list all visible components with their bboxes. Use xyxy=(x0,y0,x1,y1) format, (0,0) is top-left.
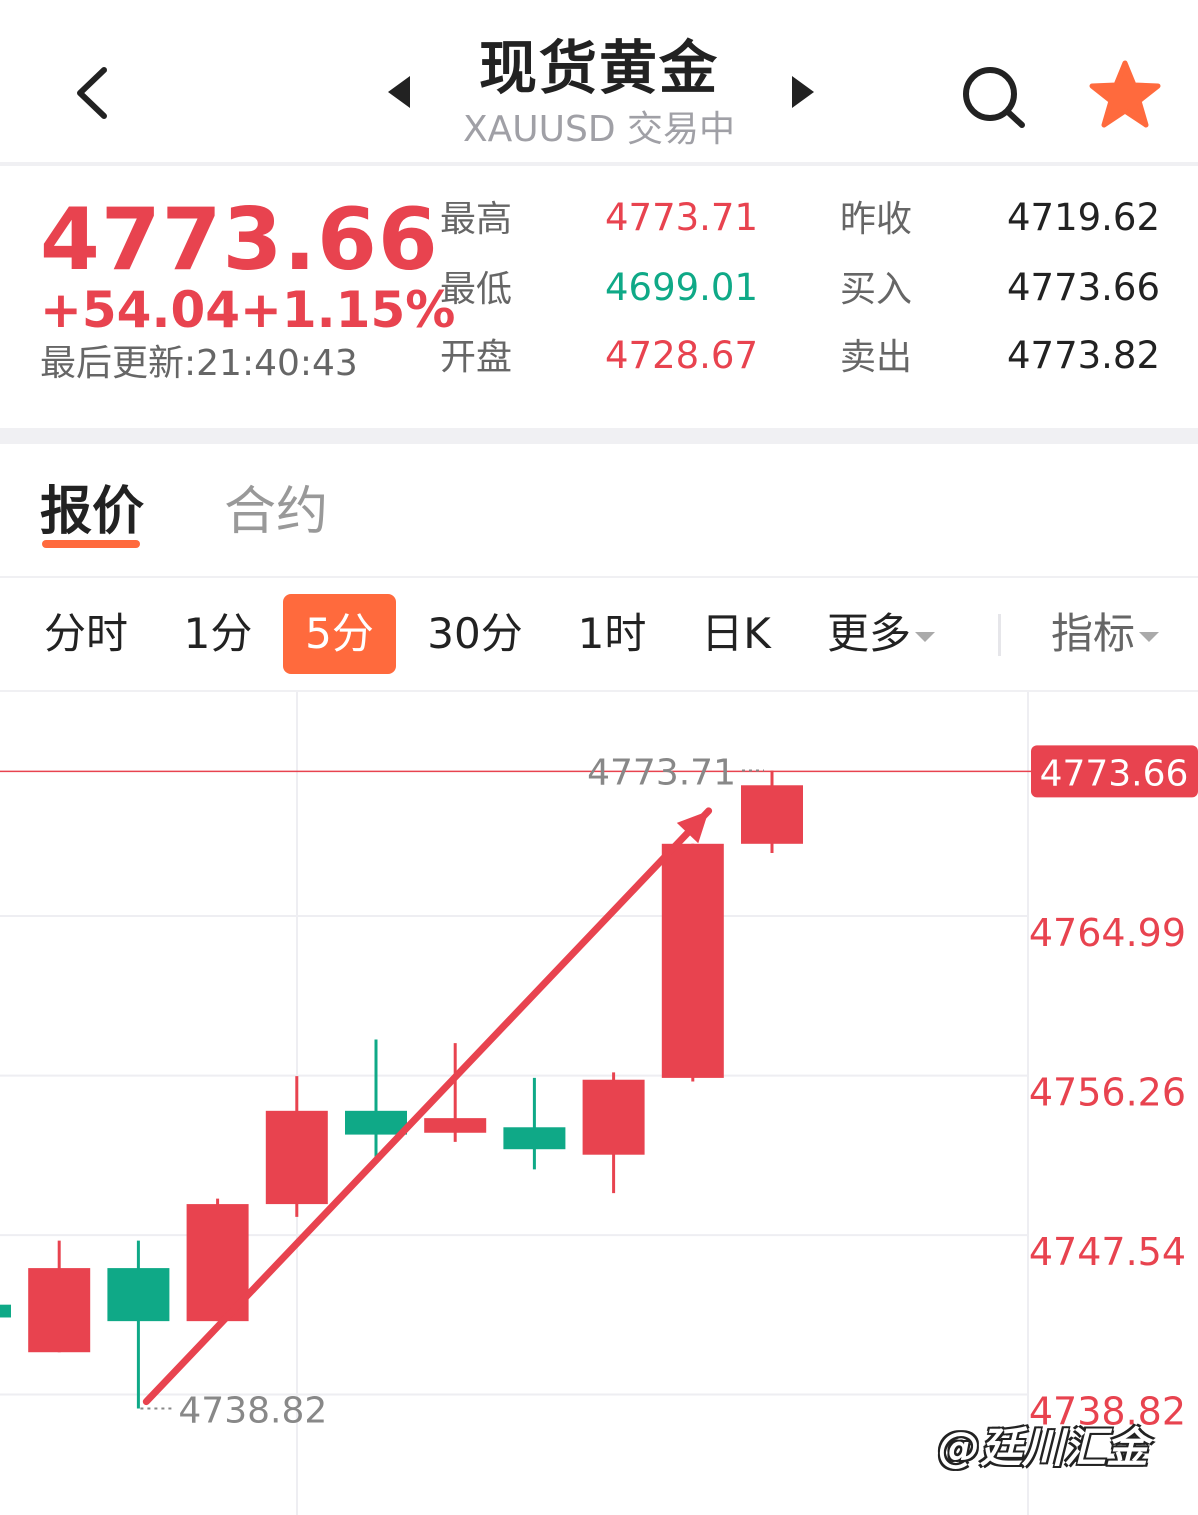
candle-body xyxy=(424,1118,487,1133)
stat-label-high: 最高 xyxy=(440,199,513,240)
candle-body xyxy=(345,1110,407,1135)
candle xyxy=(28,1240,91,1353)
period-1min[interactable]: 1分 xyxy=(168,594,268,674)
price-change-percent: +1.15% xyxy=(240,281,456,339)
stat-value-bid: 4773.66 xyxy=(1006,266,1160,309)
caret-down-icon xyxy=(915,631,935,642)
period-5min[interactable]: 5分 xyxy=(283,594,396,674)
stat-value-open: 4728.67 xyxy=(604,334,758,377)
stat-label-bid: 买入 xyxy=(840,269,913,310)
star-icon[interactable] xyxy=(1088,58,1162,132)
min-price-label: 4738.82 xyxy=(178,1391,327,1432)
candle xyxy=(741,770,803,853)
stat-value-ask: 4773.82 xyxy=(1006,334,1160,377)
current-price: 4773.66 xyxy=(40,190,439,290)
period-30min[interactable]: 30分 xyxy=(414,594,536,674)
caret-down-icon xyxy=(1139,631,1159,642)
stat-label-ask: 卖出 xyxy=(840,337,913,378)
stat-value-high: 4773.71 xyxy=(604,196,758,239)
current-price-tag: 4773.66 xyxy=(1040,753,1189,794)
period-daily[interactable]: 日K xyxy=(684,594,788,674)
chevron-left-icon[interactable] xyxy=(60,58,130,128)
header-divider xyxy=(0,162,1198,166)
page-title: 现货黄金 xyxy=(478,34,719,102)
price-change: +54.04 xyxy=(40,281,241,339)
indicator-dropdown[interactable]: 指标 xyxy=(1030,594,1180,674)
tab-contract[interactable]: 合约 xyxy=(224,478,328,546)
candle-body xyxy=(107,1268,170,1322)
candle xyxy=(661,843,724,1082)
candle xyxy=(503,1077,566,1170)
candle-body xyxy=(0,1304,11,1318)
tabs-divider xyxy=(0,576,1198,578)
candlestick-chart[interactable]: 4764.99 4756.26 4747.54 4738.82 4773.66 4773… xyxy=(0,692,1198,1515)
stat-label-low: 最低 xyxy=(440,269,513,310)
tab-active-indicator xyxy=(42,540,140,548)
candle-body xyxy=(661,843,724,1078)
stat-label-open: 开盘 xyxy=(440,337,513,378)
stat-label-prev-close: 昨收 xyxy=(840,199,913,240)
candle-body xyxy=(503,1127,566,1150)
period-intraday[interactable]: 分时 xyxy=(30,594,142,674)
period-more-label: 更多 xyxy=(826,609,911,658)
candle-body xyxy=(582,1079,645,1155)
watermark-text: @廷川汇金 xyxy=(938,1423,1149,1472)
chart-candles xyxy=(0,770,803,1409)
candle xyxy=(0,1304,11,1318)
candle xyxy=(265,1076,328,1217)
stat-value-low: 4699.01 xyxy=(604,266,758,309)
indicator-label: 指标 xyxy=(1050,609,1135,658)
max-price-label: 4773.71 xyxy=(587,752,736,793)
search-icon[interactable] xyxy=(958,62,1028,132)
y-axis-label: 4747.54 xyxy=(1029,1230,1186,1274)
toolbar-separator xyxy=(998,614,1001,656)
period-1hour[interactable]: 1时 xyxy=(560,594,664,674)
symbol-status: XAUUSD 交易中 xyxy=(462,109,735,150)
header: 现货黄金 XAUUSD 交易中 xyxy=(0,0,1198,162)
candle xyxy=(582,1072,645,1194)
candle-body xyxy=(28,1268,91,1353)
y-axis-label: 4764.99 xyxy=(1029,911,1186,955)
section-divider xyxy=(0,428,1198,444)
candle-body xyxy=(741,785,803,844)
last-update-time: 最后更新:21:40:43 xyxy=(40,343,358,384)
candle-body xyxy=(265,1110,328,1205)
title-block: 现货黄金 XAUUSD 交易中 xyxy=(399,30,799,152)
y-axis-label: 4756.26 xyxy=(1029,1071,1186,1115)
period-more-dropdown[interactable]: 更多 xyxy=(806,594,956,674)
stat-value-prev-close: 4719.62 xyxy=(1006,196,1160,239)
triangle-right-icon[interactable] xyxy=(788,70,818,114)
tab-quote[interactable]: 报价 xyxy=(40,478,144,546)
